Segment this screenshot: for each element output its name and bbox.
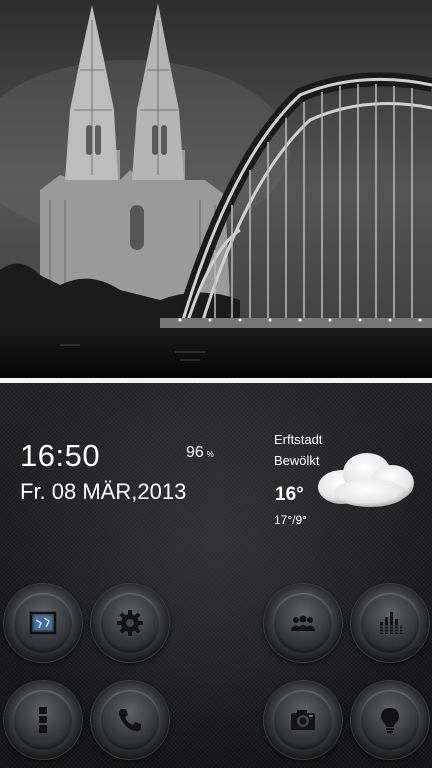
app-drawer-button[interactable] [4,681,82,759]
contacts-button[interactable] [264,584,342,662]
phone-icon [119,709,141,732]
battery-value: 96 [186,444,204,461]
map-icon [29,611,57,635]
map-button[interactable] [4,584,82,662]
weather-range: 17°/9° [274,513,307,527]
settings-button[interactable] [91,584,169,662]
equalizer-button[interactable] [351,584,429,662]
lightbulb-button[interactable] [351,681,429,759]
camera-icon [291,710,315,730]
wallpaper-photo [0,0,432,378]
app-drawer-icon [39,707,47,733]
weather-temperature: 16° [275,484,304,505]
lightbulb-icon [381,708,399,733]
equalizer-icon [379,612,403,634]
cloud-icon[interactable] [312,447,418,511]
weather-city[interactable]: Erftstadt [274,432,322,447]
contacts-icon [291,615,315,631]
clock-time[interactable]: 16:50 [20,438,100,474]
clock-date[interactable]: Fr. 08 MÄR,2013 [20,479,186,505]
phone-button[interactable] [91,681,169,759]
camera-button[interactable] [264,681,342,759]
battery-unit: % [206,450,214,459]
battery-indicator: 96% [186,444,214,462]
gear-icon [117,610,143,636]
